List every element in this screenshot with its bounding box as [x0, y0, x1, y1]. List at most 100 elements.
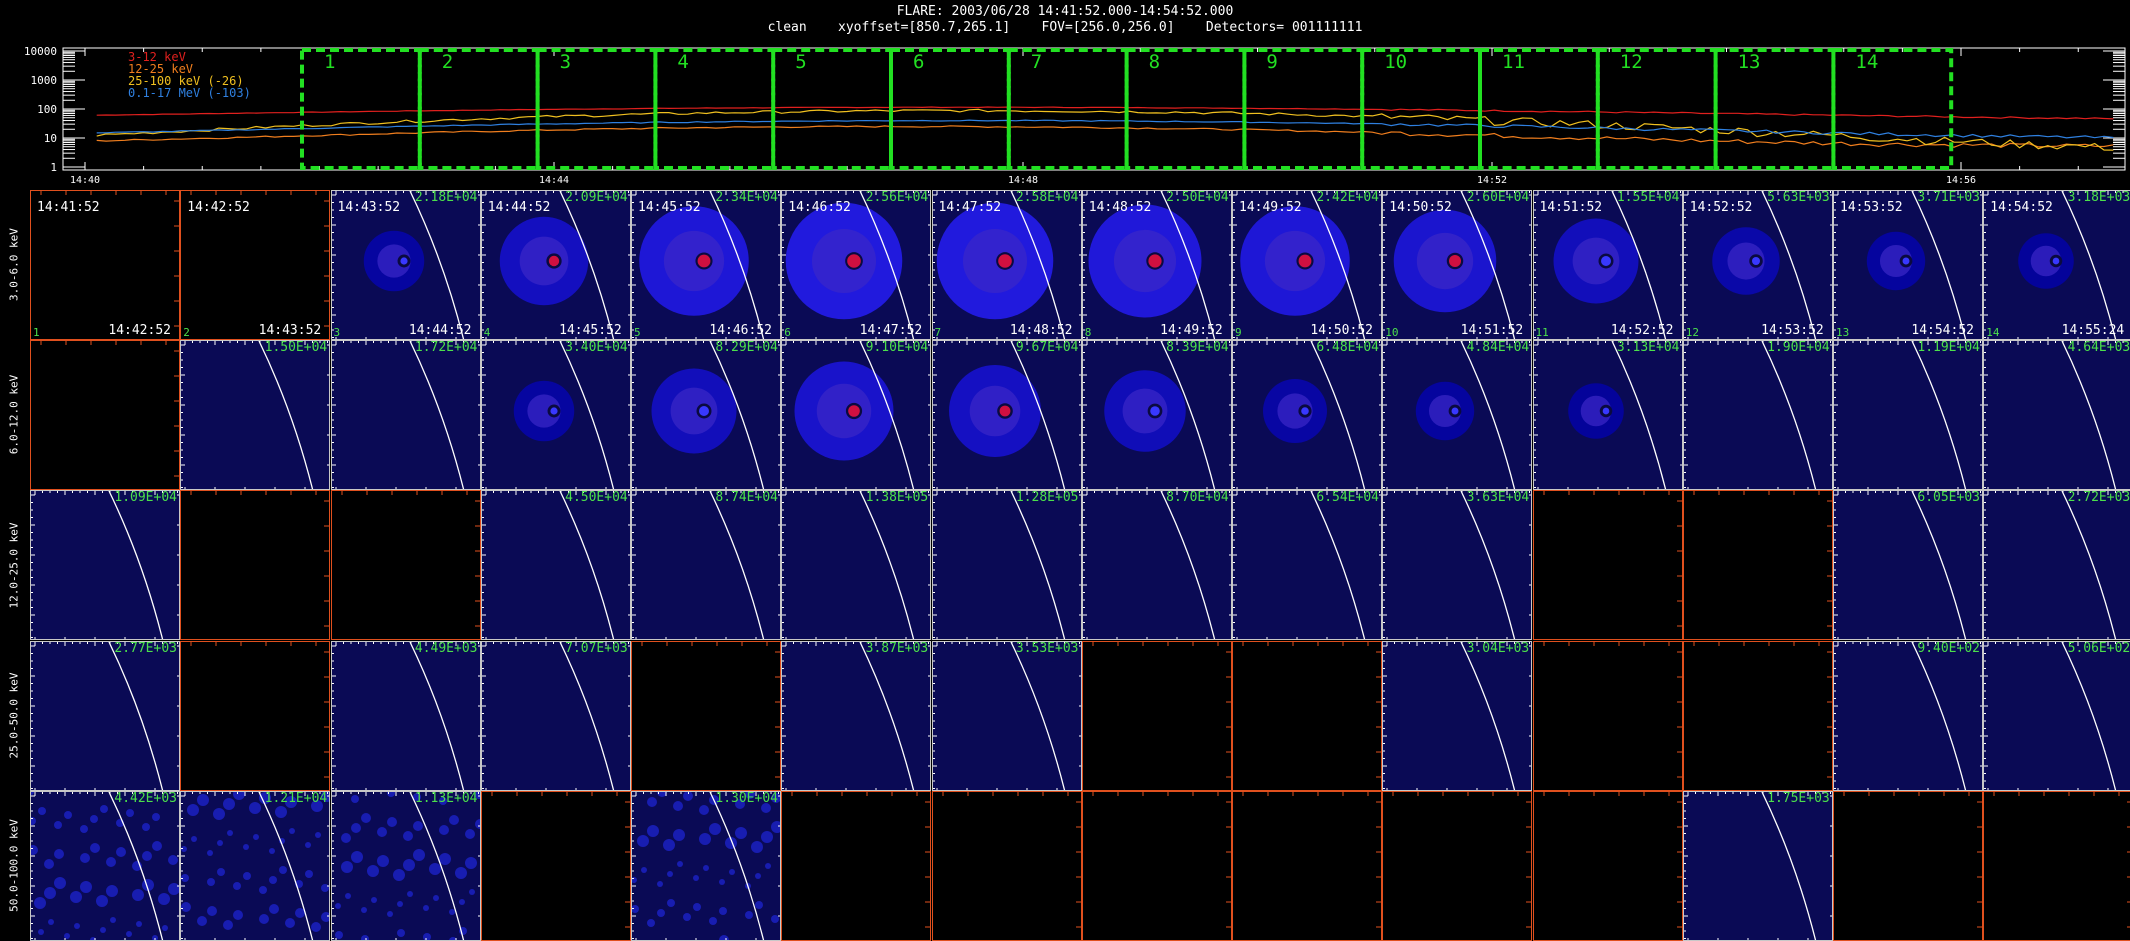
flare-image-panel: 6.54E+04 [1232, 490, 1382, 641]
noise-blob [54, 848, 64, 859]
noise-blob [158, 892, 170, 905]
interval-end-time: 14:51:52 [1460, 323, 1524, 338]
interval-index: 1 [33, 326, 40, 339]
noise-blob [703, 864, 709, 871]
noise-blob [647, 824, 659, 837]
interval-index: 9 [1235, 326, 1242, 339]
peak-intensity-label: 6.05E+03 [1917, 490, 1980, 506]
panel-graphic [31, 641, 179, 790]
flare-image-panel: 2.58E+04 14:47:52 14:48:52 7 [931, 190, 1082, 340]
empty-image-panel [1983, 790, 2130, 941]
time-interval-number: 6 [913, 51, 924, 73]
time-interval-number: 3 [560, 51, 571, 73]
flare-source [699, 406, 709, 417]
flare-image-panel: 2.34E+04 14:45:52 14:46:52 5 [631, 190, 781, 340]
empty-image-panel [1532, 490, 1683, 641]
emission-ring [1264, 230, 1326, 292]
interval-start-time: 14:50:52 [1389, 200, 1452, 215]
flare-image-panel: 8.74E+04 [631, 490, 781, 641]
noise-blob [106, 884, 118, 897]
noise-blob [667, 898, 675, 907]
y-tick-label: 1000 [31, 74, 58, 87]
lightcurve-series [96, 119, 2114, 139]
panel-graphic [1683, 341, 1832, 490]
time-interval-number: 4 [677, 51, 688, 73]
energy-band-label: 25.0-50.0 keV [7, 672, 21, 759]
flare-image-panel: 8.29E+04 [631, 340, 781, 491]
noise-blob [458, 898, 465, 905]
flare-image-panel: 3.71E+03 14:53:52 14:54:52 13 [1833, 190, 1983, 340]
peak-intensity-label: 3.63E+04 [1466, 490, 1530, 506]
peak-intensity-label: 1.28E+05 [1015, 490, 1079, 506]
flare-image-panel: 2.18E+04 14:43:52 14:44:52 3 [330, 190, 481, 340]
interval-end-time: 14:49:52 [1160, 323, 1223, 338]
noise-blob [243, 843, 250, 850]
emission-ring [817, 383, 872, 439]
flare-image-panel: 1.28E+05 [931, 490, 1082, 641]
interval-index: 13 [1836, 326, 1850, 339]
noise-blob [74, 922, 80, 929]
peak-intensity-label: 2.09E+04 [565, 190, 628, 205]
time-interval-number: 14 [1855, 51, 1878, 73]
panel-graphic [481, 641, 630, 790]
peak-intensity-label: 1.19E+04 [1917, 340, 1980, 356]
panel-graphic [1543, 491, 1682, 627]
panel-graphic [932, 641, 1081, 790]
flare-source [1602, 407, 1609, 415]
interval-end-time: 14:54:52 [1911, 323, 1974, 338]
peak-intensity-label: 3.53E+03 [1015, 640, 1079, 656]
noise-blob [340, 832, 351, 843]
panel-background [1683, 341, 1832, 490]
noise-blob [448, 908, 455, 915]
peak-intensity-label: 4.84E+04 [1466, 340, 1530, 356]
noise-blob [657, 908, 665, 917]
interval-start-time: 14:52:52 [1689, 200, 1753, 215]
noise-blob [402, 830, 413, 841]
flare-source [848, 405, 861, 417]
noise-blob [334, 902, 341, 909]
empty-image-panel: 14:42:52 14:43:52 2 [180, 190, 331, 340]
noise-blob [751, 840, 763, 853]
lightcurve-series [96, 108, 2114, 151]
empty-image-panel [1382, 790, 1533, 941]
peak-intensity-label: 1.38E+05 [865, 490, 929, 506]
interval-index: 12 [1685, 326, 1699, 339]
noise-blob [285, 917, 296, 928]
lightcurve-series [96, 125, 2114, 148]
panel-background [1383, 641, 1532, 790]
x-tick-label: 14:56 [1946, 175, 1976, 186]
empty-image-panel [30, 340, 180, 491]
empty-image-panel [1081, 790, 1232, 941]
empty-image-panel [480, 790, 631, 941]
flare-image-panel: 2.42E+04 14:49:52 14:50:52 9 [1232, 190, 1382, 340]
interval-end-time: 14:55:24 [2061, 323, 2125, 338]
panel-background [1834, 341, 1982, 490]
noise-blob [350, 794, 359, 803]
flare-image-panel: 1.38E+05 [781, 490, 932, 641]
noise-blob [279, 865, 288, 874]
panel-graphic [782, 641, 931, 790]
peak-intensity-label: 2.60E+04 [1466, 190, 1530, 205]
flare-image-panel: 1.19E+04 [1833, 340, 1983, 491]
time-interval-box [1006, 48, 1129, 170]
noise-blob [448, 814, 459, 825]
flare-image-panel: 3.40E+04 [480, 340, 631, 491]
panel-graphic [1533, 341, 1682, 490]
peak-intensity-label: 7.07E+03 [565, 640, 628, 656]
panel-graphic [1693, 641, 1832, 778]
flare-source [999, 405, 1010, 417]
panel-graphic [481, 341, 630, 490]
interval-start-time: 14:51:52 [1539, 200, 1603, 215]
noise-blob [464, 828, 475, 839]
noise-blob [755, 900, 763, 909]
noise-blob [44, 858, 54, 869]
flare-image-panel: 1.30E+04 [631, 790, 781, 941]
panel-graphic [1843, 791, 1982, 928]
noise-blob [110, 916, 116, 923]
panel-graphic [632, 791, 780, 940]
panel-graphic [1834, 641, 1982, 790]
noise-blob [90, 814, 98, 823]
noise-blob [406, 890, 413, 897]
flare-source [1600, 256, 1611, 266]
peak-intensity-label: 3.18E+03 [2067, 190, 2130, 205]
